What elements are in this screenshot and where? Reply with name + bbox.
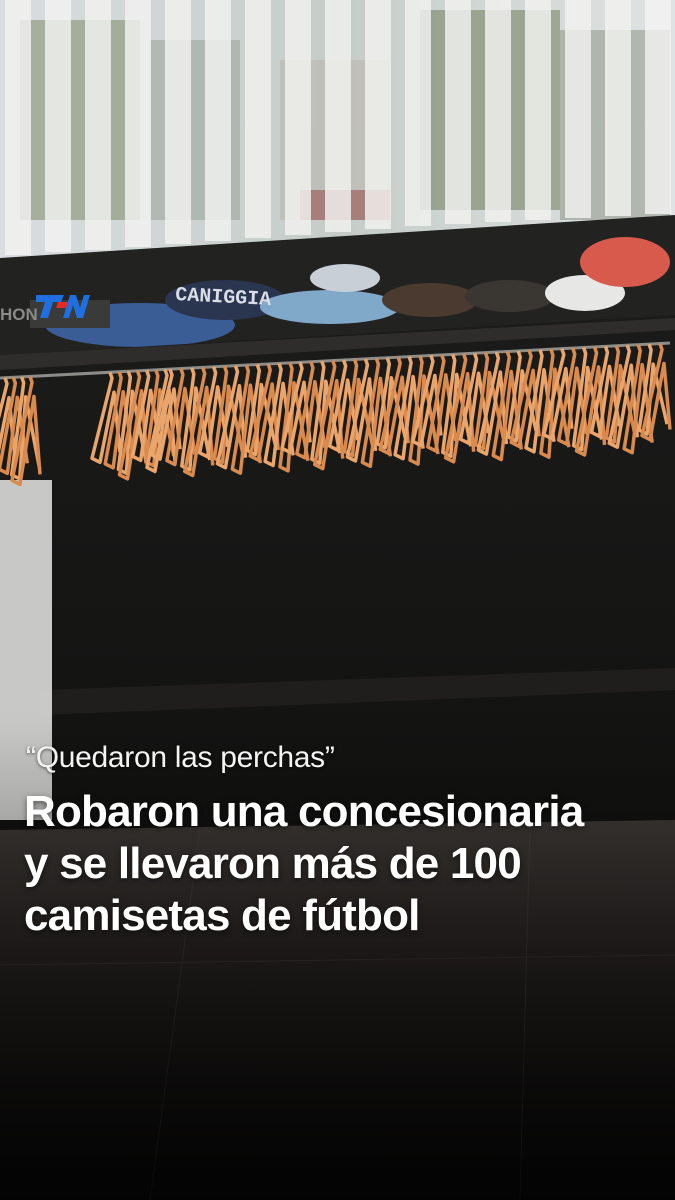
vertical-blinds (5, 0, 671, 255)
headline-line: camisetas de fútbol (24, 891, 420, 940)
scene-illustration: CANIGGIA HON (0, 0, 675, 1200)
video-still: CANIGGIA HON (0, 0, 675, 1200)
headline: Robaron una concesionaria y se llevaron … (24, 786, 655, 942)
caption-overlay: “Quedaron las perchas” Robaron una conce… (24, 740, 655, 942)
store-sign: HON (0, 305, 38, 324)
headline-line: y se llevaron más de 100 (24, 839, 522, 888)
tn-logo (36, 295, 90, 318)
quote-kicker: “Quedaron las perchas” (26, 741, 335, 774)
headline-line: Robaron una concesionaria (24, 787, 584, 836)
